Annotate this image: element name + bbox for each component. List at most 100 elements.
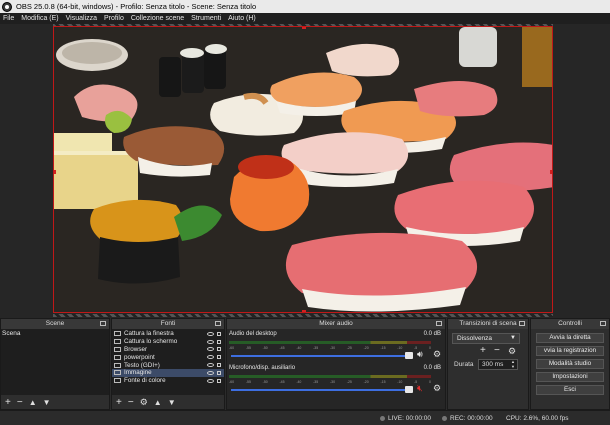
source-item[interactable]: Immagine bbox=[112, 368, 224, 377]
add-icon[interactable]: + bbox=[116, 397, 122, 408]
start-recording-button[interactable]: vvia la registrazion bbox=[536, 346, 604, 356]
gear-icon[interactable]: ⚙ bbox=[433, 349, 441, 360]
obs-logo-icon bbox=[2, 1, 12, 12]
lock-icon[interactable] bbox=[217, 355, 221, 360]
source-item[interactable]: Fonte di colore bbox=[112, 377, 224, 385]
start-streaming-button[interactable]: Avvia la diretta bbox=[536, 333, 604, 343]
menu-help[interactable]: Aiuto (H) bbox=[228, 15, 256, 22]
scenes-title: Scene bbox=[45, 320, 65, 327]
spinner-arrows-icon[interactable]: ▲ ▼ bbox=[511, 359, 515, 369]
live-indicator-icon bbox=[380, 416, 385, 421]
studio-mode-button[interactable]: Modalità studio bbox=[536, 359, 604, 369]
mixer-body: Audio del desktop 0.0 dB -60 -55 -50 -45 -40… bbox=[227, 329, 445, 409]
transition-value: Dissolvenza bbox=[457, 335, 493, 342]
lock-icon[interactable] bbox=[217, 331, 221, 336]
transitions-body: Dissolvenza ▼ + − ⚙ Durata 300 ms ▲ ▼ bbox=[448, 329, 528, 409]
controls-body: Avvia la diretta vvia la registrazion Mo… bbox=[531, 329, 609, 409]
settings-button[interactable]: Impostazioni bbox=[536, 372, 604, 382]
channel-name: Microfono/disp. ausiliario bbox=[229, 365, 296, 371]
rec-time: REC: 00:00:00 bbox=[450, 415, 493, 422]
volume-slider[interactable] bbox=[231, 389, 409, 391]
eye-icon[interactable] bbox=[207, 339, 214, 344]
add-icon[interactable]: + bbox=[5, 397, 11, 408]
tick-label: -20 bbox=[363, 380, 369, 384]
remove-icon[interactable]: − bbox=[128, 397, 134, 408]
live-status: LIVE: 00:00:00 bbox=[380, 415, 431, 422]
remove-icon[interactable]: − bbox=[17, 397, 23, 408]
undock-icon[interactable] bbox=[519, 321, 525, 326]
source-item[interactable]: Browser bbox=[112, 346, 224, 354]
eye-icon[interactable] bbox=[207, 331, 214, 336]
remove-icon[interactable]: − bbox=[494, 345, 500, 356]
undock-icon[interactable] bbox=[100, 321, 106, 326]
undock-icon[interactable] bbox=[600, 321, 606, 326]
gear-icon[interactable]: ⚙ bbox=[433, 383, 441, 394]
source-item[interactable]: Cattura lo schermo bbox=[112, 338, 224, 346]
transitions-dock: Transizioni di scena Dissolvenza ▼ + − ⚙… bbox=[447, 318, 529, 410]
globe-icon bbox=[114, 346, 121, 352]
source-item[interactable]: Cattura la finestra bbox=[112, 330, 224, 338]
transition-select[interactable]: Dissolvenza ▼ bbox=[452, 333, 520, 344]
tick-label: -50 bbox=[262, 380, 268, 384]
undock-icon[interactable] bbox=[215, 321, 221, 326]
lock-icon[interactable] bbox=[217, 347, 221, 352]
eye-icon[interactable] bbox=[207, 355, 214, 360]
duration-label: Durata bbox=[454, 361, 474, 368]
scene-item[interactable]: Scena bbox=[1, 329, 109, 338]
move-down-icon[interactable]: ▼ bbox=[168, 398, 176, 407]
resize-handle-right[interactable] bbox=[550, 170, 552, 174]
duration-input[interactable]: 300 ms ▲ ▼ bbox=[478, 359, 518, 370]
resize-handle-bottom[interactable] bbox=[302, 310, 306, 312]
source-item[interactable]: powerpoint bbox=[112, 353, 224, 361]
menu-profile[interactable]: Profilo bbox=[104, 15, 124, 22]
menu-scene-collection[interactable]: Collezione scene bbox=[131, 15, 184, 22]
menu-view[interactable]: Visualizza bbox=[66, 15, 97, 22]
menu-edit[interactable]: Modifica (E) bbox=[21, 15, 58, 22]
volume-slider-knob[interactable] bbox=[405, 352, 413, 359]
undock-icon[interactable] bbox=[436, 321, 442, 326]
sources-toolbar: + − ⚙ ▲ ▼ bbox=[112, 395, 224, 409]
preview-bottom-edge bbox=[53, 314, 553, 317]
source-item[interactable]: Testo (GDI+) bbox=[112, 361, 224, 369]
lock-icon[interactable] bbox=[217, 370, 221, 375]
cpu-status: CPU: 2.6%, 60.00 fps bbox=[506, 415, 569, 422]
eye-icon[interactable] bbox=[207, 378, 214, 383]
volume-slider-knob[interactable] bbox=[405, 386, 413, 393]
window-icon bbox=[114, 354, 121, 360]
resize-handle-top[interactable] bbox=[302, 27, 306, 29]
tick-label: -30 bbox=[329, 380, 336, 384]
eye-icon[interactable] bbox=[207, 370, 214, 375]
menu-tools[interactable]: Strumenti bbox=[191, 15, 221, 22]
channel-db: 0.0 dB bbox=[423, 331, 441, 337]
tick-label: 0 bbox=[429, 346, 431, 350]
move-up-icon[interactable]: ▲ bbox=[29, 398, 37, 407]
muted-speaker-icon[interactable]: 🔇︎ bbox=[417, 383, 423, 394]
lock-icon[interactable] bbox=[217, 363, 221, 368]
eye-icon[interactable] bbox=[207, 347, 214, 352]
tick-label: -10 bbox=[397, 380, 403, 384]
menu-file[interactable]: File bbox=[3, 15, 14, 22]
gear-icon[interactable]: ⚙ bbox=[140, 397, 148, 408]
tick-label: -50 bbox=[262, 346, 268, 350]
preview-canvas[interactable] bbox=[53, 26, 553, 313]
source-label: Immagine bbox=[124, 369, 152, 377]
preview-area bbox=[0, 24, 610, 318]
window-title: OBS 25.0.8 (64-bit, windows) - Profilo: … bbox=[16, 2, 257, 11]
speaker-icon[interactable]: 🔊︎ bbox=[417, 349, 423, 360]
add-icon[interactable]: + bbox=[480, 345, 486, 356]
chevron-down-icon: ▼ bbox=[510, 335, 516, 341]
eye-icon[interactable] bbox=[207, 363, 214, 368]
move-up-icon[interactable]: ▲ bbox=[154, 398, 162, 407]
volume-slider[interactable] bbox=[231, 355, 409, 357]
gear-icon[interactable]: ⚙ bbox=[508, 346, 516, 357]
tick-label: -15 bbox=[380, 380, 386, 384]
scenes-dock: Scene Scena + − ▲ ▼ bbox=[0, 318, 110, 410]
sources-dock-title: Fonti bbox=[112, 319, 224, 329]
exit-button[interactable]: Esci bbox=[536, 385, 604, 395]
move-down-icon[interactable]: ▼ bbox=[43, 398, 51, 407]
resize-handle-left[interactable] bbox=[54, 170, 56, 174]
tick-label: -60 bbox=[229, 346, 235, 350]
lock-icon[interactable] bbox=[217, 378, 221, 383]
lock-icon[interactable] bbox=[217, 339, 221, 344]
text-icon bbox=[114, 362, 121, 368]
